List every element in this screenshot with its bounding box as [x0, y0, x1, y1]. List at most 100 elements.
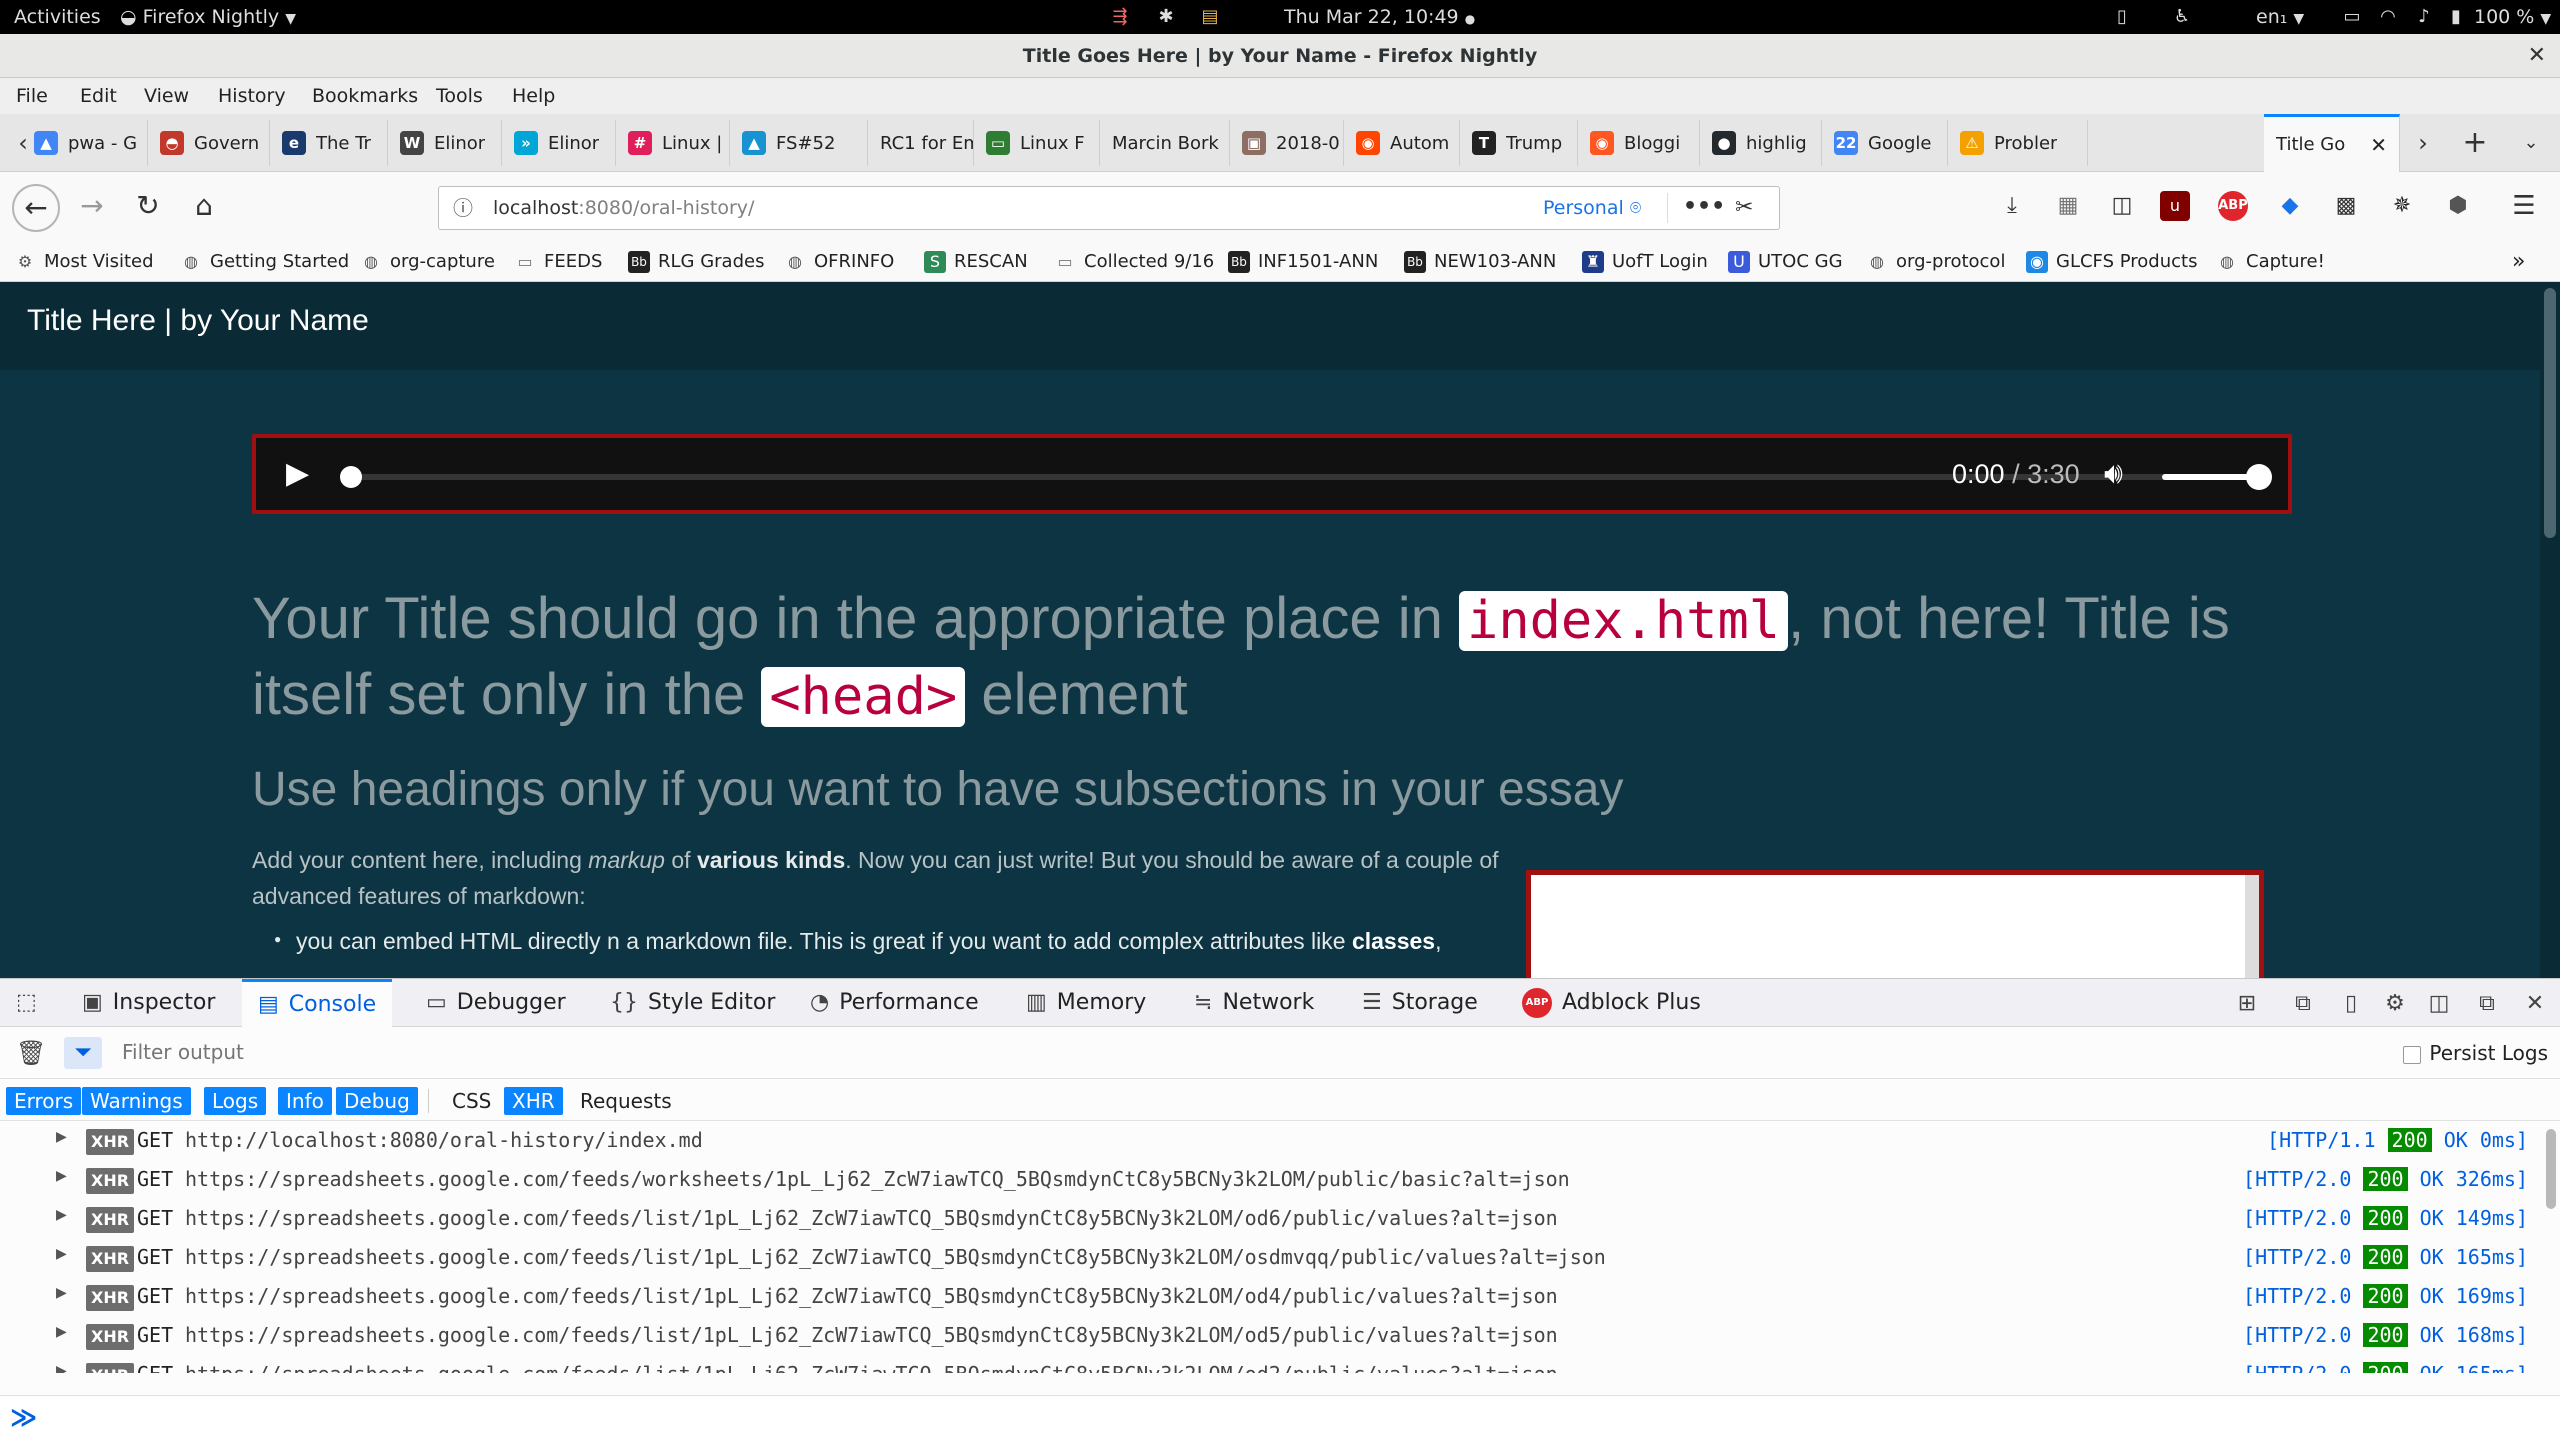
- tab-11[interactable]: ◉ Autom: [1344, 120, 1460, 166]
- screen-icon[interactable]: ▭: [2342, 7, 2362, 27]
- tab-network[interactable]: ≒ Network: [1194, 979, 1314, 1027]
- extension-box-icon[interactable]: ⬢: [2440, 188, 2476, 224]
- volume-slider[interactable]: [2162, 474, 2258, 480]
- list-all-tabs-icon[interactable]: ⌄: [2514, 126, 2548, 160]
- activities-button[interactable]: Activities: [14, 0, 101, 34]
- tray-app-icon[interactable]: ⇶: [1110, 7, 1130, 27]
- play-icon[interactable]: ▶: [286, 456, 322, 492]
- container-label[interactable]: Personal ⌾: [1543, 187, 1641, 229]
- request-status[interactable]: [HTTP/2.0 200 OK 149ms]: [2243, 1199, 2528, 1238]
- bookmark-10[interactable]: ♜ UofT Login: [1582, 242, 1708, 282]
- wifi-icon[interactable]: ◠: [2378, 7, 2398, 27]
- expand-triangle-icon[interactable]: ▶: [56, 1363, 67, 1373]
- url-bar[interactable]: ⓘ localhost:8080/oral-history/ Personal …: [438, 186, 1780, 230]
- expand-triangle-icon[interactable]: ▶: [56, 1246, 67, 1262]
- split-frame-icon[interactable]: ⧉: [2288, 989, 2318, 1019]
- tab-console[interactable]: ▤ Console: [242, 979, 393, 1027]
- more-bookmarks-icon[interactable]: »: [2512, 242, 2525, 282]
- settings-icon[interactable]: ✱: [1156, 7, 1176, 27]
- request-status[interactable]: [HTTP/2.0 200 OK 326ms]: [2243, 1160, 2528, 1199]
- bookmark-12[interactable]: ◍ org-protocol: [1866, 242, 2005, 282]
- close-tab-icon[interactable]: ✕: [2370, 133, 2387, 157]
- site-title[interactable]: Title Here | by Your Name: [27, 304, 369, 338]
- filter-requests[interactable]: Requests: [572, 1087, 680, 1115]
- filter-css[interactable]: CSS: [444, 1087, 499, 1115]
- filter-info[interactable]: Info: [278, 1087, 332, 1115]
- console-scrollbar[interactable]: [2544, 1121, 2558, 1373]
- menu-view[interactable]: View: [144, 78, 189, 114]
- tab-inspector[interactable]: ▣ Inspector: [82, 979, 215, 1027]
- tab-4[interactable]: » Elinor: [502, 120, 616, 166]
- close-devtools-icon[interactable]: ✕: [2520, 989, 2550, 1019]
- persist-logs-checkbox[interactable]: [2403, 1045, 2422, 1064]
- console-log-row[interactable]: ▶ XHRGET https://spreadsheets.google.com/f…: [0, 1277, 2540, 1316]
- battery-icon[interactable]: ▮: [2446, 7, 2466, 27]
- tab-7[interactable]: RC1 for Em: [868, 120, 974, 166]
- bookmark-5[interactable]: ◍ OFRINFO: [784, 242, 894, 282]
- request-status[interactable]: [HTTP/2.0 200 OK 169ms]: [2243, 1277, 2528, 1316]
- bookmark-7[interactable]: ▭ Collected 9/16: [1054, 242, 1214, 282]
- tab-9[interactable]: Marcin Bork: [1100, 120, 1230, 166]
- volume-handle[interactable]: [2246, 464, 2272, 490]
- console-input[interactable]: ≫: [0, 1395, 2560, 1440]
- url-text[interactable]: localhost:8080/oral-history/: [493, 187, 754, 229]
- console-log-row[interactable]: ▶ XHRGET https://spreadsheets.google.com/f…: [0, 1316, 2540, 1355]
- tab-adblock-plus[interactable]: ABP Adblock Plus: [1522, 979, 1701, 1027]
- bookmark-9[interactable]: Bb NEW103-ANN: [1404, 242, 1556, 282]
- menu-history[interactable]: History: [218, 78, 286, 114]
- page-scrollbar-thumb[interactable]: [2544, 288, 2556, 538]
- dock-side-icon[interactable]: ◫: [2424, 989, 2454, 1019]
- tab-5[interactable]: # Linux |: [616, 120, 730, 166]
- volume-icon[interactable]: ♪: [2414, 7, 2434, 27]
- input-source-menu[interactable]: en₁ ▼: [2256, 0, 2304, 34]
- request-url[interactable]: https://spreadsheets.google.com/feeds/li…: [185, 1199, 1558, 1238]
- volume-icon[interactable]: 🔊︎: [2104, 454, 2123, 494]
- page-actions-icon[interactable]: •••: [1683, 187, 1725, 227]
- console-filter-input[interactable]: [122, 1027, 1922, 1077]
- embedded-frame-scrollbar[interactable]: [2245, 875, 2259, 978]
- bookmark-13[interactable]: ◉ GLCFS Products: [2026, 242, 2197, 282]
- tab-12[interactable]: T Trump: [1460, 120, 1578, 166]
- tab-14[interactable]: ● highlig: [1700, 120, 1822, 166]
- request-status[interactable]: [HTTP/2.0 200 OK 165ms]: [2243, 1355, 2528, 1373]
- app-menu[interactable]: ◒ Firefox Nightly ▼: [120, 0, 296, 34]
- menu-help[interactable]: Help: [512, 78, 555, 114]
- bookmark-0[interactable]: ⚙ Most Visited: [14, 242, 154, 282]
- console-log-row[interactable]: ▶ XHRGET https://spreadsheets.google.com/f…: [0, 1160, 2540, 1199]
- bookmark-2[interactable]: ◍ org-capture: [360, 242, 495, 282]
- tab-0[interactable]: ▲ pwa - G: [22, 120, 148, 166]
- tab-style-editor[interactable]: {} Style Editor: [610, 979, 775, 1027]
- phone-icon[interactable]: ▯: [2112, 7, 2132, 27]
- bookmark-3[interactable]: ▭ FEEDS: [514, 242, 602, 282]
- undock-icon[interactable]: ⧉: [2472, 989, 2502, 1019]
- tab-storage[interactable]: ☰ Storage: [1362, 979, 1478, 1027]
- tab-8[interactable]: ▭ Linux F: [974, 120, 1100, 166]
- tab-16[interactable]: ⚠ Probler: [1948, 120, 2088, 166]
- extension-shield-icon[interactable]: ◆: [2272, 188, 2308, 224]
- request-url[interactable]: http://localhost:8080/oral-history/index…: [185, 1121, 703, 1160]
- menu-tools[interactable]: Tools: [436, 78, 483, 114]
- tab-13[interactable]: ◉ Bloggi: [1578, 120, 1700, 166]
- new-tab-icon[interactable]: +: [2458, 126, 2492, 160]
- request-status[interactable]: [HTTP/1.1 200 OK 0ms]: [2267, 1121, 2528, 1160]
- console-log-row[interactable]: ▶ XHRGET https://spreadsheets.google.com/f…: [0, 1355, 2540, 1373]
- close-window-icon[interactable]: ✕: [2528, 34, 2546, 78]
- menu-edit[interactable]: Edit: [80, 78, 117, 114]
- bookmark-1[interactable]: ◍ Getting Started: [180, 242, 349, 282]
- bookmark-4[interactable]: Bb RLG Grades: [628, 242, 764, 282]
- extension-claw-icon[interactable]: ✵: [2384, 188, 2420, 224]
- forward-arrow-icon[interactable]: →: [72, 186, 112, 226]
- sidebar-icon[interactable]: ◫: [2104, 188, 2140, 224]
- element-picker-icon[interactable]: ⬚: [16, 979, 47, 1027]
- scroll-tabs-right-icon[interactable]: ›: [2406, 126, 2440, 160]
- menu-bookmarks[interactable]: Bookmarks: [312, 78, 418, 114]
- ublock-icon[interactable]: u: [2160, 191, 2190, 221]
- filter-debug[interactable]: Debug: [336, 1087, 418, 1115]
- audio-seek-handle[interactable]: [340, 466, 362, 488]
- tab-6[interactable]: ▲ FS#52: [730, 120, 868, 166]
- bookmark-8[interactable]: Bb INF1501-ANN: [1228, 242, 1378, 282]
- screenshot-icon[interactable]: ✂: [1735, 187, 1753, 229]
- tab-debugger[interactable]: ▭ Debugger: [426, 979, 566, 1027]
- tab-memory[interactable]: ▥ Memory: [1026, 979, 1146, 1027]
- filter-logs[interactable]: Logs: [204, 1087, 267, 1115]
